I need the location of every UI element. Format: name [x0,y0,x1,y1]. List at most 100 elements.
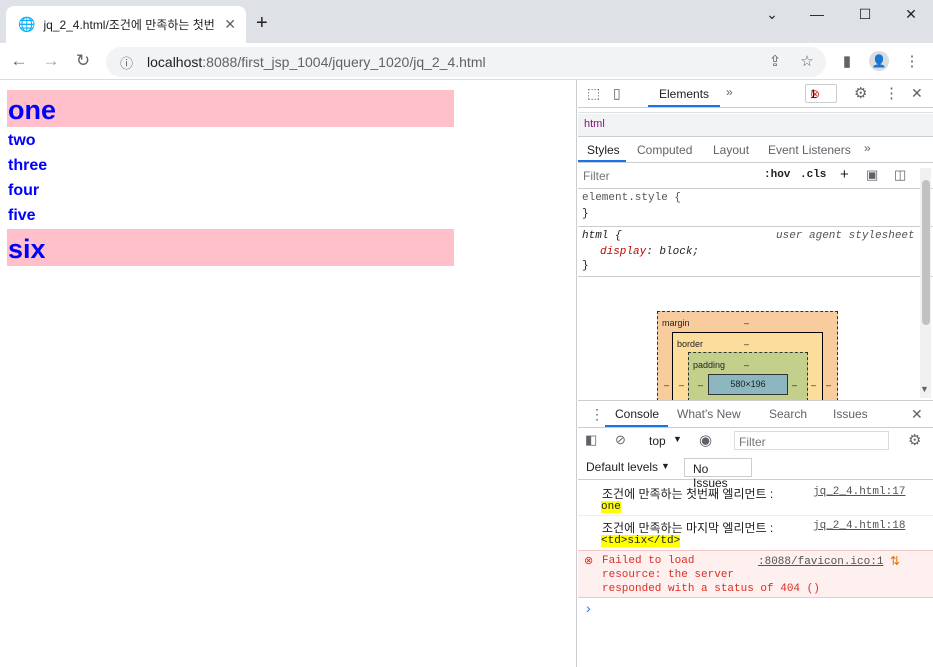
browser-toolbar: ← → ↻ ⓘ localhost:8088/first_jsp_1004/jq… [0,43,933,80]
tab-console[interactable]: Console [615,407,659,421]
reload-icon[interactable]: ↻ [73,51,93,71]
scrollbar-thumb[interactable] [922,180,930,325]
rule-source: user agent stylesheet [776,230,915,242]
forward-arrow-icon[interactable]: → [41,51,61,71]
more-options-icon[interactable]: ⋮ [884,84,899,102]
context-selector[interactable]: top [649,434,666,448]
breadcrumb-html[interactable]: html [584,118,605,130]
tab-search[interactable]: Search [769,407,807,421]
console-log-row: 조건에 만족하는 첫번째 엘리먼트 : jq_2_4.html:17 one [578,482,933,516]
error-line: Failed to load [602,555,695,567]
list-item: four [8,182,40,199]
cls-toggle[interactable]: .cls [800,169,826,181]
tab-title: jq_2_4.html/조건에 만족하는 첫번 [43,18,215,32]
highlight-first [7,90,454,127]
list-item: five [8,207,36,224]
drawer-menu-icon[interactable]: ⋮ [590,406,604,423]
console-log-row: 조건에 만족하는 마지막 엘리먼트 : jq_2_4.html:18 <td>s… [578,517,933,550]
log-text: 조건에 만족하는 마지막 엘리먼트 : [602,521,774,535]
tab-event-listeners[interactable]: Event Listeners [768,143,851,157]
tab-computed[interactable]: Computed [637,143,692,157]
devtools-panel: ⬚ ▯ Elements » ⊗ 1 ⚙ ⋮ ✕ html Styles Comp… [578,80,933,667]
bookmark-star-icon[interactable]: ☆ [797,52,817,70]
chevron-down-icon[interactable]: ▼ [661,461,670,471]
rule-html-selector[interactable]: html { [582,230,622,242]
tab-search-icon[interactable]: ⌄ [762,6,782,23]
maximize-button[interactable]: ☐ [855,6,875,23]
styles-scrollbar[interactable] [920,168,931,398]
error-line: responded with a status of 404 () [602,583,820,595]
log-text: 조건에 만족하는 첫번째 엘리먼트 : [602,487,774,501]
more-tabs-icon[interactable]: » [726,85,733,99]
more-styles-tabs-icon[interactable]: » [864,141,871,155]
browser-tab[interactable]: 🌐 jq_2_4.html/조건에 만족하는 첫번 ✕ [6,6,246,43]
profile-avatar-icon[interactable]: 👤 [869,51,889,71]
error-icon: ⊗ [584,555,594,567]
box-padding-label: padding [693,360,726,370]
log-value[interactable]: one [601,501,621,513]
prop-display[interactable]: display [600,246,646,258]
new-tab-button[interactable]: + [256,12,268,35]
close-tab-icon[interactable]: ✕ [224,16,236,33]
close-drawer-icon[interactable]: ✕ [911,406,923,423]
console-error-row: ⊗ Failed to load resource: the server re… [578,550,933,598]
console-prompt[interactable]: › [586,600,591,616]
console-filter-input[interactable]: Filter [734,431,889,450]
show-sidebar-icon[interactable]: ◧ [585,432,597,448]
list-item: two [8,132,36,149]
drawer-tabbar: ⋮ Console What's New Search Issues ✕ [578,401,933,427]
paint-icon[interactable]: ▣ [866,167,878,183]
box-border-label: border [677,339,704,349]
minimize-button[interactable]: — [807,6,827,22]
chevron-down-icon[interactable]: ▼ [673,434,682,444]
scroll-down-arrow-icon[interactable]: ▼ [920,384,929,394]
hov-toggle[interactable]: :hov [764,169,790,181]
tab-issues[interactable]: Issues [833,407,868,421]
box-margin-label: margin [662,318,690,328]
url-path: :8088/first_jsp_1004/jquery_1020/jq_2_4.… [202,54,486,70]
tab-layout[interactable]: Layout [713,143,749,157]
device-toolbar-icon[interactable]: ▯ [613,85,621,102]
error-line: resource: the server [602,569,735,581]
log-source-link[interactable]: jq_2_4.html:17 [813,486,905,498]
console-levels-row: Default levels ▼ No Issues [578,456,933,490]
styles-filter-row: Filter :hov .cls + ▣ ◫ [578,164,933,188]
inspect-element-icon[interactable]: ⬚ [587,85,600,102]
tab-strip: 🌐 jq_2_4.html/조건에 만족하는 첫번 ✕ + ⌄ — ☐ ✕ [0,0,933,43]
box-model-content: 580×196 [708,374,788,395]
highlight-last [7,229,454,266]
share-icon[interactable]: ⇪ [765,52,785,70]
info-icon[interactable]: ⓘ [120,53,133,72]
live-expression-eye-icon[interactable]: ◉ [699,431,712,449]
active-tab-indicator [648,105,720,107]
console-settings-gear-icon[interactable]: ⚙ [908,431,921,449]
network-request-icon[interactable]: ⇅ [890,554,900,568]
tab-styles[interactable]: Styles [587,143,620,157]
list-item: six [8,234,46,264]
list-item: three [8,157,48,174]
close-window-button[interactable]: ✕ [901,6,921,23]
no-issues-button[interactable]: No Issues [684,458,752,490]
prop-display-value[interactable]: block; [659,246,699,258]
tab-elements[interactable]: Elements [659,87,709,101]
console-toolbar: ◧ ⊘ top ▼ ◉ Filter ⚙ [578,428,933,454]
tab-whats-new[interactable]: What's New [677,407,741,421]
rule-element-style[interactable]: element.style { [582,192,681,204]
back-arrow-icon[interactable]: ← [9,51,29,71]
clear-console-icon[interactable]: ⊘ [615,432,626,448]
log-source-link[interactable]: jq_2_4.html:18 [813,520,905,532]
error-source-link[interactable]: :8088/favicon.ico:1 [758,556,883,568]
default-levels-dropdown[interactable]: Default levels [586,460,658,474]
styles-filter-input[interactable]: Filter [580,166,752,185]
new-rule-icon[interactable]: + [840,166,849,183]
rule-close: } [582,208,589,220]
side-panel-icon[interactable]: ▮ [837,52,857,70]
chrome-menu-icon[interactable]: ⋮ [902,52,922,70]
page-content: one two three four five six [0,80,577,667]
close-devtools-icon[interactable]: ✕ [911,85,923,102]
toggle-sidebar-icon[interactable]: ◫ [894,167,906,183]
log-value[interactable]: <td>six</td> [601,535,681,547]
error-counter[interactable]: ⊗ 1 [805,84,837,103]
settings-gear-icon[interactable]: ⚙ [854,84,867,102]
address-bar[interactable]: ⓘ localhost:8088/first_jsp_1004/jquery_1… [106,47,826,77]
